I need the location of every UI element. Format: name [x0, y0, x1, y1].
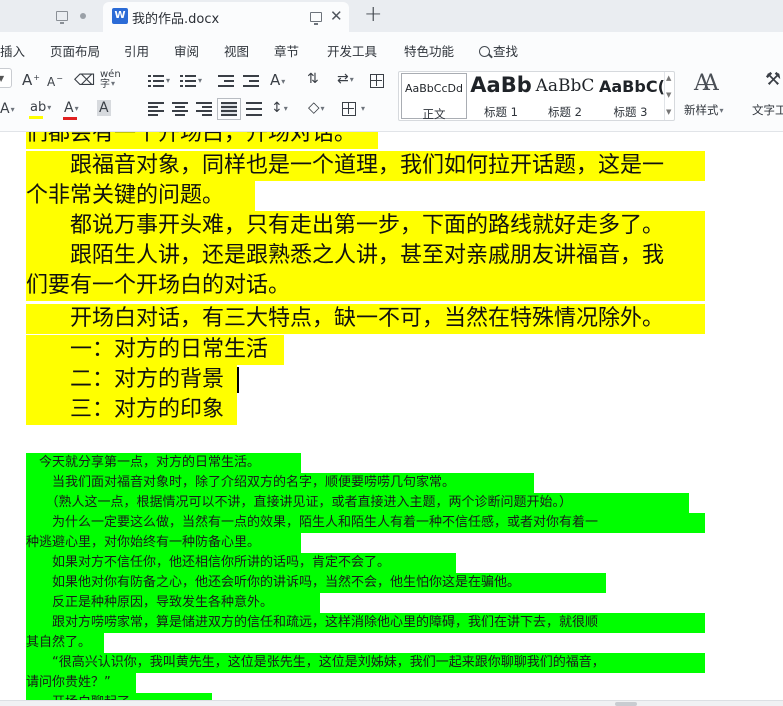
- menu-insert[interactable]: 插入: [0, 41, 25, 60]
- wps-writer-window: W 我的作品.docx ✕ + 插入 页面布局 引用 审阅 视图 章节 开发工具…: [0, 0, 783, 706]
- text-line: 们都会有一个开场白，开场对话。: [26, 132, 378, 149]
- chevron-down-icon: ▼: [0, 74, 5, 83]
- text-tools-button[interactable]: 文字工: [752, 102, 783, 118]
- text-line: 今天就分享第一点，对方的日常生活。: [26, 453, 301, 473]
- style-heading-3[interactable]: AaBbC( 标题 3: [597, 72, 664, 120]
- shrink-font-button[interactable]: A−: [47, 74, 63, 92]
- text-line: 反正是种种原因，导致发生各种意外。: [26, 593, 320, 613]
- highlight-color-button[interactable]: ab ▾: [29, 100, 51, 119]
- decrease-indent-icon[interactable]: [218, 74, 234, 88]
- text-line: 二：对方的背景: [26, 365, 237, 395]
- wrench-icon[interactable]: ⚒: [765, 71, 781, 89]
- text-line: （熟人这一点，根据情况可以不讲，直接讲见证，或者直接进入主题，两个诊断问题开始。…: [26, 493, 689, 513]
- menu-special-features[interactable]: 特色功能: [404, 41, 454, 60]
- menu-references[interactable]: 引用: [124, 41, 149, 60]
- search-label: 查找: [493, 44, 519, 59]
- text-line: 三：对方的印象: [26, 395, 237, 425]
- text-line: 跟陌生人讲，还是跟熟悉之人讲，甚至对亲戚朋友讲福音，我: [26, 241, 705, 271]
- styles-gallery: AaBbCcDd 正文 AaBb 标题 1 AaBbC 标题 2 AaBbC( …: [398, 71, 675, 121]
- menu-view[interactable]: 视图: [224, 41, 249, 60]
- text-line: 请问你贵姓？”: [26, 673, 136, 693]
- text-line: 其自然了。: [26, 633, 104, 653]
- text-line: 当我们面对福音对象时，除了介绍双方的名字，顺便要唠唠几句家常。: [26, 473, 534, 493]
- chevron-down-icon: ▼: [666, 91, 672, 99]
- columns-icon[interactable]: ⇄▾: [337, 71, 354, 89]
- text-line: 开场白对话，有三大特点，缺一不可，当然在特殊情况除外。: [26, 304, 705, 334]
- eraser-icon[interactable]: ⌫: [74, 72, 95, 88]
- align-left-icon[interactable]: [148, 102, 164, 116]
- tab-bar: W 我的作品.docx ✕ +: [0, 0, 783, 32]
- tab-active-document[interactable]: W 我的作品.docx ✕: [103, 2, 349, 32]
- text-line: 种逃避心里，对你始终有一种防备心里。: [26, 533, 301, 553]
- font-color-button[interactable]: A ▾: [63, 100, 79, 120]
- horizontal-scrollbar[interactable]: [0, 700, 783, 706]
- pinyin-guide-button[interactable]: wén 字▾: [100, 70, 121, 90]
- gallery-expand-icon: ▼: [666, 108, 672, 116]
- unsaved-dot-icon: [80, 13, 86, 19]
- text-line: 一：对方的日常生活: [26, 335, 284, 365]
- chevron-up-icon: ▲: [666, 74, 672, 82]
- character-shading-button[interactable]: A: [97, 100, 111, 116]
- text-direction-icon[interactable]: A▾: [270, 72, 285, 91]
- new-style-icon[interactable]: AA: [694, 71, 719, 96]
- text-line: “很高兴认识你，我叫黄先生，这位是张先生，这位是刘姊妹，我们一起来跟你聊聊我们的…: [26, 653, 705, 673]
- window-icon[interactable]: [310, 12, 322, 25]
- text-line: 们要有一个开场白的对话。: [26, 271, 705, 301]
- distributed-align-icon[interactable]: [246, 102, 262, 116]
- text-line: 如果他对你有防备之心，他还会听你的讲诉吗，当然不会，他生怕你这是在骗他。: [26, 573, 606, 593]
- chevron-down-icon[interactable]: ▾: [165, 73, 170, 90]
- show-marks-icon[interactable]: [370, 74, 384, 88]
- tab-previous[interactable]: [0, 0, 103, 32]
- ribbon-toolbar: ▼ A+ A− ⌫ wén 字▾ ▾ ▾ A▾ ⇅ ⇄▾ A▾ ab ▾ A ▾ A: [0, 64, 783, 132]
- align-right-icon[interactable]: [196, 102, 212, 116]
- text-line: 如果对方不信任你，他还相信你所讲的话吗，肯定不会了。: [26, 553, 456, 573]
- sort-icon[interactable]: ⇅: [307, 71, 319, 87]
- text-line: 为什么一定要这么做，当然有一点的效果，陌生人和陌生人有着一种不信任感，或者对你有…: [26, 513, 705, 533]
- window-icon[interactable]: [56, 11, 68, 24]
- text-line: 跟福音对象，同样也是一个道理，我们如何拉开话题，这是一: [26, 151, 705, 181]
- bullet-list-icon[interactable]: [148, 74, 164, 88]
- close-icon[interactable]: ✕: [330, 7, 343, 25]
- gallery-scrollbar[interactable]: ▲ ▼ ▼: [664, 72, 674, 120]
- align-justify-icon[interactable]: [217, 98, 241, 120]
- menu-page-layout[interactable]: 页面布局: [50, 41, 100, 60]
- font-size-dropdown[interactable]: ▼: [0, 68, 12, 88]
- borders-icon[interactable]: [342, 102, 356, 116]
- new-tab-button[interactable]: +: [364, 2, 382, 27]
- numbered-list-icon[interactable]: [180, 74, 196, 88]
- text-line: 都说万事开头难，只有走出第一步，下面的路线就好走多了。: [26, 211, 705, 241]
- document-page[interactable]: 们都会有一个开场白，开场对话。 跟福音对象，同样也是一个道理，我们如何拉开话题，…: [0, 132, 783, 706]
- text-line: 个非常关键的问题。: [26, 181, 255, 211]
- scrollbar-thumb[interactable]: [615, 702, 637, 706]
- text-line: 跟对方唠唠家常，算是储进双方的信任和疏远，这样消除他心里的障碍，我们在讲下去，就…: [26, 613, 705, 633]
- align-center-icon[interactable]: [172, 102, 188, 116]
- chevron-down-icon[interactable]: ▾: [360, 101, 365, 118]
- word-doc-icon: W: [112, 8, 128, 24]
- increase-indent-icon[interactable]: [243, 74, 259, 88]
- style-heading-1[interactable]: AaBb 标题 1: [469, 72, 533, 120]
- menu-developer-tools[interactable]: 开发工具: [327, 41, 377, 60]
- new-style-button[interactable]: 新样式▾: [684, 102, 724, 118]
- grow-font-button[interactable]: A+: [22, 72, 40, 91]
- search-icon: [479, 46, 490, 57]
- shading-fill-icon[interactable]: ◇▾: [308, 99, 325, 118]
- menu-bar: 插入 页面布局 引用 审阅 视图 章节 开发工具 特色功能 查找: [0, 32, 783, 64]
- menu-review[interactable]: 审阅: [174, 41, 199, 60]
- style-normal[interactable]: AaBbCcDd 正文: [401, 73, 467, 121]
- style-heading-2[interactable]: AaBbC 标题 2: [533, 72, 597, 120]
- menu-section[interactable]: 章节: [274, 41, 299, 60]
- line-spacing-icon[interactable]: ↕▾: [271, 100, 288, 118]
- text-effect-icon[interactable]: A▾: [0, 101, 15, 119]
- chevron-down-icon[interactable]: ▾: [197, 73, 202, 90]
- tab-title: 我的作品.docx: [132, 12, 220, 27]
- text-cursor: [237, 367, 239, 393]
- menu-search[interactable]: 查找: [479, 41, 518, 60]
